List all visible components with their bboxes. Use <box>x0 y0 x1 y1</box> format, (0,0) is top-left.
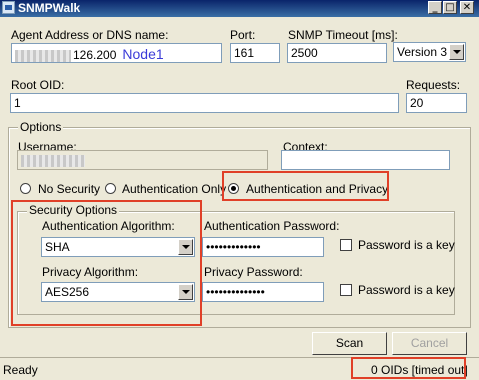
highlight-timed-out-status <box>351 357 466 379</box>
agent-address-input[interactable]: 126.200 Node1 <box>11 43 222 63</box>
node1-annotation: Node1 <box>122 46 164 62</box>
chevron-down-icon[interactable] <box>449 44 464 60</box>
auth-password-input[interactable]: ••••••••••••• <box>202 237 324 257</box>
radio-no-security-label[interactable]: No Security <box>38 182 100 196</box>
username-input[interactable] <box>17 150 268 170</box>
snmp-version-value: Version 3 <box>397 45 448 59</box>
snmp-timeout-label: SNMP Timeout [ms]: <box>288 28 398 42</box>
radio-authentication-only[interactable] <box>105 183 116 194</box>
agent-address-value: 126.200 <box>73 48 117 62</box>
scan-button[interactable]: Scan <box>312 332 387 355</box>
root-oid-input[interactable]: 1 <box>10 93 399 113</box>
snmpwalk-app-icon <box>2 1 15 14</box>
radio-no-security[interactable] <box>20 183 31 194</box>
requests-label: Requests: <box>406 78 461 92</box>
port-label: Port: <box>230 28 256 42</box>
status-bar: Ready 0 OIDs [timed out] <box>0 357 479 380</box>
snmp-version-select[interactable]: Version 3 <box>393 42 466 62</box>
minimize-button[interactable]: _ <box>428 1 442 14</box>
port-input[interactable]: 161 <box>230 43 280 63</box>
auth-password-label: Authentication Password: <box>204 219 340 233</box>
auth-password-is-key-label[interactable]: Password is a key <box>358 238 455 252</box>
status-text: Ready <box>3 363 38 377</box>
maximize-button[interactable]: □ <box>443 1 457 14</box>
close-button[interactable]: ✕ <box>460 1 474 14</box>
snmp-timeout-input[interactable]: 2500 <box>287 43 387 63</box>
root-oid-label: Root OID: <box>11 78 65 92</box>
window-title: SNMPWalk <box>18 1 81 15</box>
cancel-button[interactable]: Cancel <box>392 332 467 355</box>
privacy-password-is-key-label[interactable]: Password is a key <box>358 283 455 297</box>
highlight-security-options <box>11 200 202 326</box>
highlight-auth-privacy <box>222 171 389 201</box>
options-title: Options <box>18 120 64 134</box>
privacy-password-is-key-checkbox[interactable] <box>340 284 352 296</box>
radio-authentication-only-label[interactable]: Authentication Only <box>122 182 226 196</box>
agent-address-label: Agent Address or DNS name: <box>11 28 169 42</box>
title-bar: SNMPWalk _ □ ✕ <box>0 0 479 17</box>
privacy-password-input[interactable]: •••••••••••••• <box>202 282 324 302</box>
requests-input[interactable]: 20 <box>406 93 467 113</box>
privacy-password-label: Privacy Password: <box>204 265 303 279</box>
auth-password-is-key-checkbox[interactable] <box>340 239 352 251</box>
context-input[interactable] <box>281 150 450 170</box>
redacted-address-prefix <box>15 49 71 62</box>
redacted-username <box>21 154 85 167</box>
